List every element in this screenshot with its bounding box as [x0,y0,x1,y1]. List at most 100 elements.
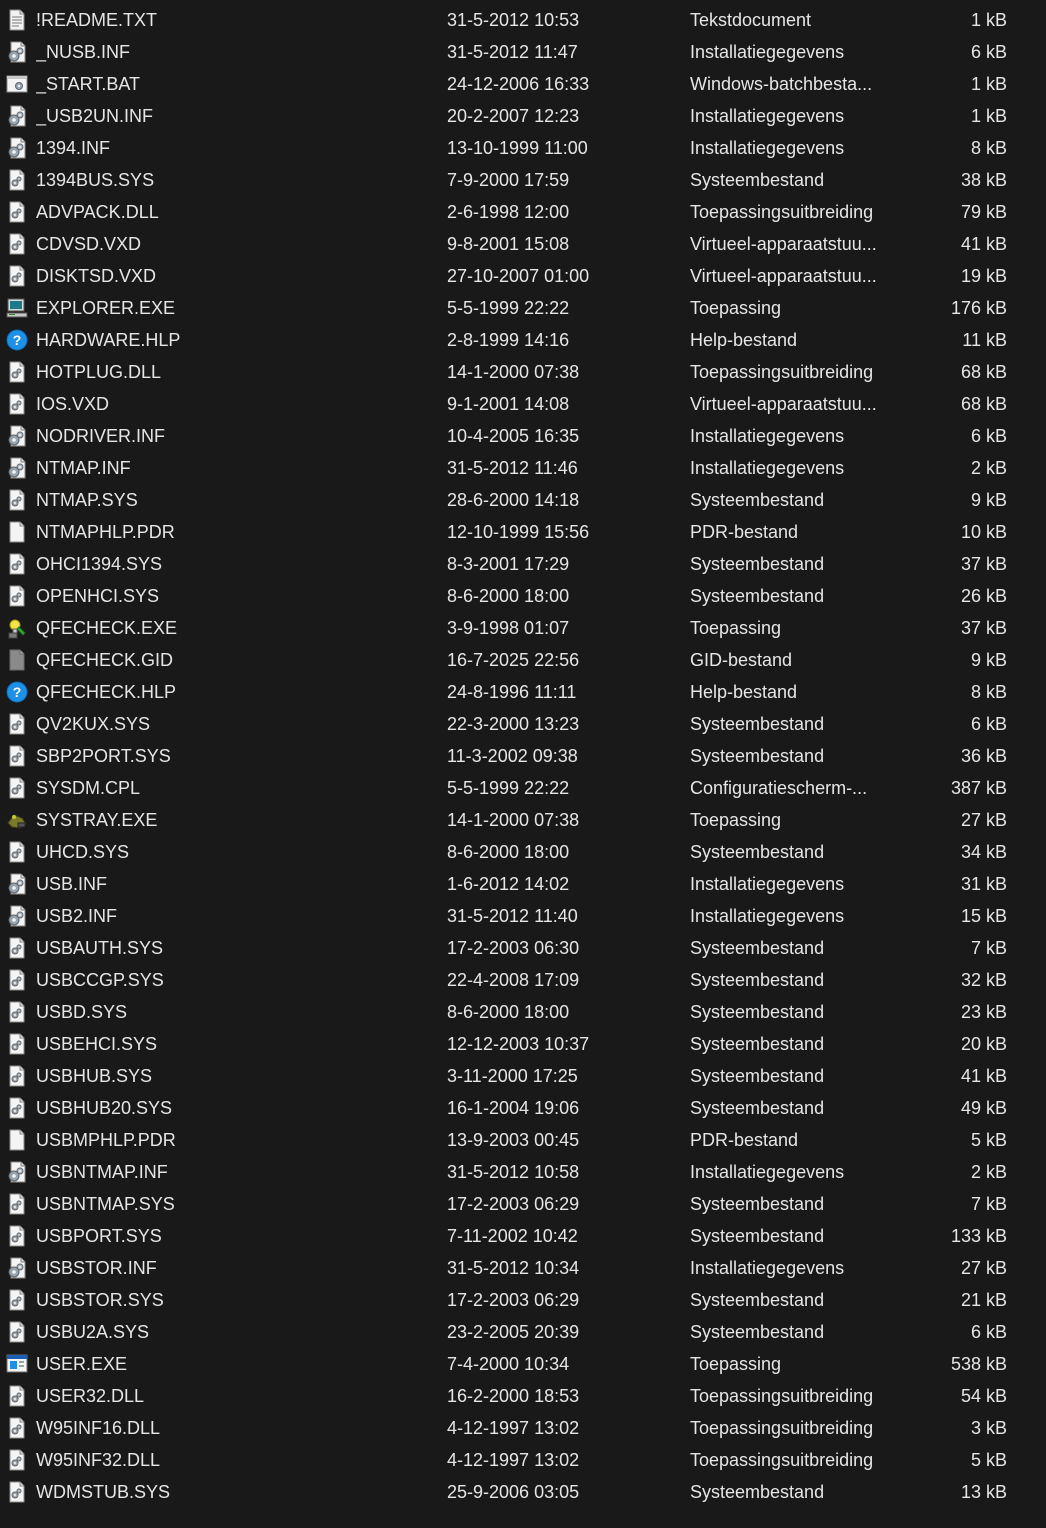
file-row[interactable]: DISKTSD.VXD 27-10-2007 01:00 Virtueel-appa… [0,260,1046,292]
file-row[interactable]: OPENHCI.SYS 8-6-2000 18:00 Systeembestand 2… [0,580,1046,612]
file-row[interactable]: USB.INF 1-6-2012 14:02 Installatiegegevens… [0,868,1046,900]
file-date-modified: 14-1-2000 07:38 [447,362,580,382]
file-size: 6 kB [970,426,1007,446]
file-row[interactable]: _START.BAT 24-12-2006 16:33 Windows-batchb… [0,68,1046,100]
file-name: USER32.DLL [36,1386,145,1406]
file-size: 68 kB [960,394,1007,414]
file-date-modified: 9-8-2001 15:08 [447,234,570,254]
file-row[interactable]: CDVSD.VXD 9-8-2001 15:08 Virtueel-apparaat… [0,228,1046,260]
file-size: 41 kB [960,234,1007,254]
file-row[interactable]: W95INF32.DLL 4-12-1997 13:02 Toepassingsui… [0,1444,1046,1476]
file-size: 8 kB [970,682,1007,702]
file-row[interactable]: NODRIVER.INF 10-4-2005 16:35 Installatiege… [0,420,1046,452]
file-name: USBPORT.SYS [36,1226,162,1246]
file-row[interactable]: USBEHCI.SYS 12-12-2003 10:37 Systeembestan… [0,1028,1046,1060]
file-size: 31 kB [960,874,1007,894]
file-date-modified: 5-5-1999 22:22 [447,778,570,798]
file-row[interactable]: USBNTMAP.INF 31-5-2012 10:58 Installatiege… [0,1156,1046,1188]
system-file-icon [6,169,28,191]
setup-info-icon [6,105,28,127]
file-row[interactable]: USBNTMAP.SYS 17-2-2003 06:29 Systeembestan… [0,1188,1046,1220]
file-date-modified: 27-10-2007 01:00 [447,266,590,286]
file-row[interactable]: USBCCGP.SYS 22-4-2008 17:09 Systeembestand… [0,964,1046,996]
file-row[interactable]: USER32.DLL 16-2-2000 18:53 Toepassingsuitb… [0,1380,1046,1412]
file-row[interactable]: SBP2PORT.SYS 11-3-2002 09:38 Systeembestan… [0,740,1046,772]
file-type: Help-bestand [690,682,798,702]
file-row[interactable]: QFECHECK.EXE 3-9-1998 01:07 Toepassing 37 k… [0,612,1046,644]
file-row[interactable]: OHCI1394.SYS 8-3-2001 17:29 Systeembestand… [0,548,1046,580]
file-row[interactable]: USBU2A.SYS 23-2-2005 20:39 Systeembestand 6… [0,1316,1046,1348]
file-row[interactable]: ADVPACK.DLL 2-6-1998 12:00 Toepassingsuitb… [0,196,1046,228]
file-row[interactable]: _USB2UN.INF 20-2-2007 12:23 Installatiegeg… [0,100,1046,132]
file-size: 41 kB [960,1066,1007,1086]
file-row[interactable]: WDMSTUB.SYS 25-9-2006 03:05 Systeembestand… [0,1476,1046,1508]
file-name: 1394BUS.SYS [36,170,155,190]
system-file-icon [6,1065,28,1087]
file-row[interactable]: 1394BUS.SYS 7-9-2000 17:59 Systeembestand 3… [0,164,1046,196]
svg-text:?: ? [13,332,22,348]
file-name: W95INF16.DLL [36,1418,161,1438]
system-file-icon [6,201,28,223]
file-row[interactable]: HOTPLUG.DLL 14-1-2000 07:38 Toepassingsuit… [0,356,1046,388]
file-date-modified: 31-5-2012 10:58 [447,1162,580,1182]
file-row[interactable]: SYSDM.CPL 5-5-1999 22:22 Configuratiescher… [0,772,1046,804]
file-type: Systeembestand [690,842,825,862]
file-type: Windows-batchbesta... [690,74,873,94]
file-row[interactable]: USBMPHLP.PDR 13-9-2003 00:45 PDR-bestand 5 … [0,1124,1046,1156]
file-row[interactable]: SYSTRAY.EXE 14-1-2000 07:38 Toepassing 27 k… [0,804,1046,836]
file-name: USBU2A.SYS [36,1322,150,1342]
file-row[interactable]: IOS.VXD 9-1-2001 14:08 Virtueel-apparaatst… [0,388,1046,420]
file-row[interactable]: 1394.INF 13-10-1999 11:00 Installatiegegev… [0,132,1046,164]
system-file-icon [6,1225,28,1247]
svg-text:?: ? [13,684,22,700]
file-date-modified: 12-10-1999 15:56 [447,522,590,542]
file-type: Systeembestand [690,586,825,606]
system-file-icon [6,585,28,607]
file-row[interactable]: QV2KUX.SYS 22-3-2000 13:23 Systeembestand 6… [0,708,1046,740]
file-type: Systeembestand [690,1034,825,1054]
file-row[interactable]: USBPORT.SYS 7-11-2002 10:42 Systeembestand… [0,1220,1046,1252]
file-row[interactable]: ? HARDWARE.HLP 2-8-1999 14:16 Help-bestand 1… [0,324,1046,356]
file-name: USBSTOR.SYS [36,1290,164,1310]
file-row[interactable]: NTMAPHLP.PDR 12-10-1999 15:56 PDR-bestand 1… [0,516,1046,548]
systray-icon [6,809,28,831]
file-row[interactable]: USBAUTH.SYS 17-2-2003 06:30 Systeembestand… [0,932,1046,964]
file-name: _USB2UN.INF [36,106,154,126]
file-row[interactable]: QFECHECK.GID 16-7-2025 22:56 GID-bestand 9 … [0,644,1046,676]
file-row[interactable]: _NUSB.INF 31-5-2012 11:47 Installatiegegev… [0,36,1046,68]
file-date-modified: 11-3-2002 09:38 [447,746,578,766]
file-size: 38 kB [960,170,1007,190]
file-row[interactable]: USB2.INF 31-5-2012 11:40 Installatiegegeve… [0,900,1046,932]
file-row[interactable]: USBD.SYS 8-6-2000 18:00 Systeembestand 23 k… [0,996,1046,1028]
file-type: Systeembestand [690,1098,825,1118]
file-row[interactable]: ? QFECHECK.HLP 24-8-1996 11:11 Help-bestand… [0,676,1046,708]
file-date-modified: 4-12-1997 13:02 [447,1418,580,1438]
file-row[interactable]: !README.TXT 31-5-2012 10:53 Tekstdocument 1… [0,4,1046,36]
file-row[interactable]: USER.EXE 7-4-2000 10:34 Toepassing 538 kB [0,1348,1046,1380]
file-row[interactable]: UHCD.SYS 8-6-2000 18:00 Systeembestand 34 k… [0,836,1046,868]
file-date-modified: 25-9-2006 03:05 [447,1482,580,1502]
file-row[interactable]: W95INF16.DLL 4-12-1997 13:02 Toepassingsui… [0,1412,1046,1444]
file-name: 1394.INF [36,138,111,158]
file-date-modified: 4-12-1997 13:02 [447,1450,580,1470]
file-type: Toepassing [690,810,782,830]
file-date-modified: 3-11-2000 17:25 [447,1066,578,1086]
file-row[interactable]: USBSTOR.SYS 17-2-2003 06:29 Systeembestand… [0,1284,1046,1316]
system-file-icon [6,489,28,511]
file-row[interactable]: USBSTOR.INF 31-5-2012 10:34 Installatiegeg… [0,1252,1046,1284]
setup-info-icon [6,137,28,159]
file-row[interactable]: NTMAP.SYS 28-6-2000 14:18 Systeembestand 9 … [0,484,1046,516]
file-row[interactable]: NTMAP.INF 31-5-2012 11:46 Installatiegegev… [0,452,1046,484]
file-row[interactable]: EXPLORER.EXE 5-5-1999 22:22 Toepassing 176 … [0,292,1046,324]
file-date-modified: 16-7-2025 22:56 [447,650,580,670]
file-date-modified: 3-9-1998 01:07 [447,618,570,638]
file-row[interactable]: USBHUB.SYS 3-11-2000 17:25 Systeembestand 4… [0,1060,1046,1092]
file-type: Installatiegegevens [690,1162,845,1182]
file-size: 27 kB [960,1258,1007,1278]
file-size: 23 kB [960,1002,1007,1022]
file-row[interactable]: USBHUB20.SYS 16-1-2004 19:06 Systeembestan… [0,1092,1046,1124]
system-file-icon [6,1289,28,1311]
file-date-modified: 8-6-2000 18:00 [447,842,570,862]
file-type: Systeembestand [690,746,825,766]
file-date-modified: 8-6-2000 18:00 [447,586,570,606]
